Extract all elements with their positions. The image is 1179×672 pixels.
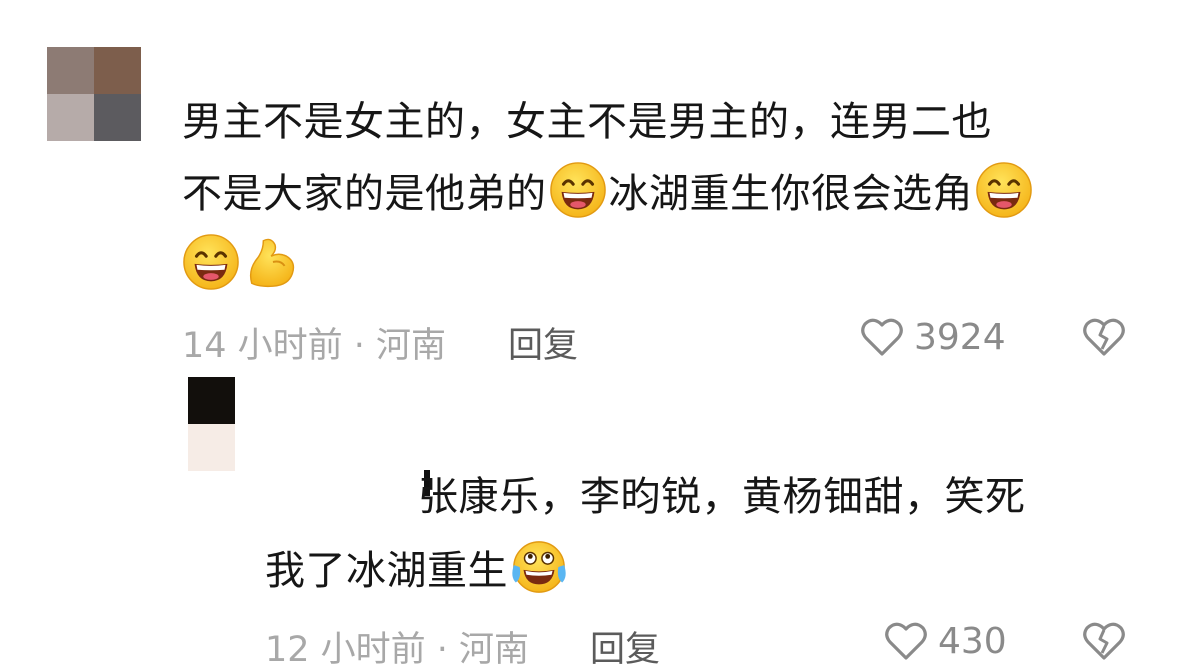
like-count: 3924 xyxy=(914,316,1006,358)
avatar[interactable] xyxy=(188,377,235,471)
avatar-tile xyxy=(94,94,141,141)
like-count: 430 xyxy=(938,620,1007,662)
comment-text-line: 张康乐，李昀锐，黄杨钿甜，笑死 xyxy=(418,460,1026,534)
avatar-tile xyxy=(94,47,141,94)
reply-button[interactable]: 回复 xyxy=(508,317,578,368)
grinning-face-icon xyxy=(182,233,240,291)
heart-outline-icon xyxy=(861,318,903,356)
like-button[interactable]: 430 xyxy=(882,617,1007,665)
avatar-tile xyxy=(188,424,235,471)
grinning-face-icon xyxy=(549,161,607,219)
reply-button[interactable]: 回复 xyxy=(590,621,660,672)
comment-text-line: 不是大家的是他弟的 冰湖重生你很会选角 xyxy=(182,157,1035,231)
dislike-button[interactable] xyxy=(1080,617,1128,669)
flexed-biceps-icon xyxy=(244,233,302,291)
avatar-tile xyxy=(47,47,94,94)
comment-meta: 12 小时前 · 河南 xyxy=(265,630,530,670)
broken-heart-icon xyxy=(1083,318,1125,356)
comment-text-line: 男主不是女主的，女主不是男主的，连男二也 xyxy=(182,85,992,159)
comment-text: 张康乐，李昀锐，黄杨钿甜，笑死 xyxy=(418,474,1026,520)
heart-outline-icon xyxy=(885,622,927,660)
comment-text-line: 我了冰湖重生 xyxy=(265,534,570,608)
laughing-tears-icon xyxy=(510,538,568,596)
avatar-tile xyxy=(47,94,94,141)
like-button[interactable]: 3924 xyxy=(858,313,1006,361)
comment-text-line xyxy=(180,229,304,303)
comment-meta: 14 小时前 · 河南 xyxy=(182,326,447,366)
avatar-tile xyxy=(188,377,235,424)
broken-heart-icon xyxy=(1083,622,1125,660)
comment-text: 不是大家的是他弟的 xyxy=(182,171,547,217)
comment-text: 男主不是女主的，女主不是男主的，连男二也 xyxy=(182,99,992,145)
dislike-button[interactable] xyxy=(1080,313,1128,365)
comment-text: 冰湖重生你很会选角 xyxy=(608,171,973,217)
comment-text: 我了冰湖重生 xyxy=(265,548,508,594)
avatar[interactable] xyxy=(47,47,141,141)
grinning-face-icon xyxy=(975,161,1033,219)
